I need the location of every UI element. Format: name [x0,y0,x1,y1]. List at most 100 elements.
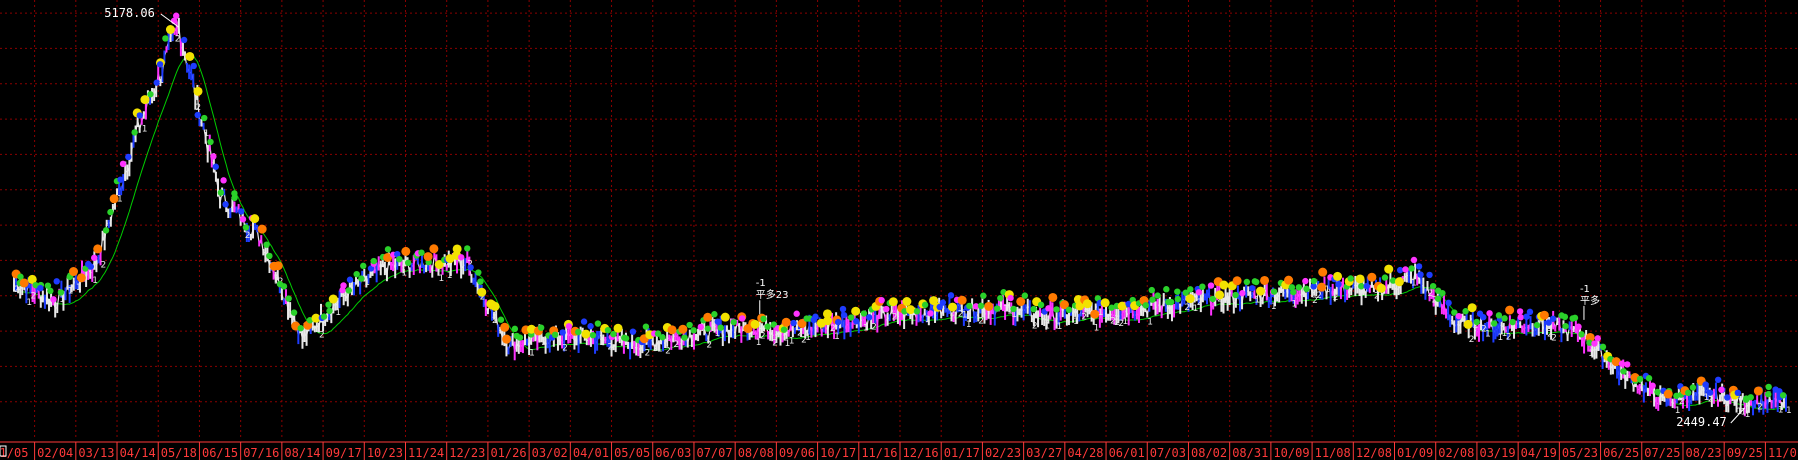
signal-digit: 2 [1469,335,1475,345]
x-tick-label: 05/18 [161,446,197,460]
signal-dot [1256,286,1266,296]
signal-digit: 1 [834,332,840,342]
signal-digit: 2 [245,231,251,241]
signal-dot [1402,266,1409,273]
signal-dot [984,301,994,311]
signal-dot [429,244,439,254]
signal-dot [1685,389,1692,397]
signal-dot [1467,303,1477,313]
signal-digit: 1 [863,324,869,334]
signal-dot [1030,305,1037,313]
signal-dot [212,163,219,170]
signal-dot [47,287,54,295]
signal-dot [947,292,955,299]
signal-dot [1724,394,1731,401]
signal-dot [906,305,916,315]
signal-digit: 1 [438,274,444,284]
signal-digit: 2 [772,339,778,349]
signal-dot [581,329,591,339]
signal-dot [1335,281,1342,288]
signal-dot [1649,382,1656,389]
signal-dot [360,262,367,270]
signal-dot [1207,282,1215,289]
signal-dot [613,323,623,333]
signal-digit: 1 [1123,317,1129,327]
x-tick-label: 07/03 [1150,446,1186,460]
signal-dot [1753,386,1763,396]
signal-dot [1270,288,1278,295]
signal-dot [1053,306,1060,313]
signal-digit: 1 [1094,323,1100,333]
signal-dot [1636,375,1644,383]
signal-dot [497,316,505,323]
signal-dot [237,208,245,215]
signal-dot [1154,292,1161,299]
signal-dot [1318,267,1328,277]
price-chart: 2121111121112211212121111122212212221222… [0,0,1798,460]
signal-dot [1010,305,1017,313]
signal-dot [594,320,602,327]
signal-dot [1219,280,1229,290]
signal-dot [575,328,582,336]
x-tick-label: 02/23 [985,446,1021,460]
signal-dot [1473,318,1480,326]
signal-digit: 1 [805,333,811,343]
x-tick-label: 08/08 [738,446,774,460]
signal-dot [704,325,712,332]
signal-dot [580,318,588,325]
signal-dot [1333,271,1343,281]
signal-dot [53,278,60,285]
signal-dot [500,322,510,332]
signal-digit: 1 [1057,322,1063,332]
x-tick-label: 10/09 [1273,446,1309,460]
signal-dot [865,314,873,321]
x-tick-label: 08/14 [284,446,320,460]
x-tick-label: 02/04 [37,446,73,460]
x-tick-label: 01/26 [490,446,526,460]
signal-dot [1526,308,1534,316]
signal-dot [1408,265,1415,272]
signal-dot [1174,288,1181,295]
signal-dot [1021,292,1029,299]
signal-digit: 2 [1506,333,1512,343]
signal-digit: 1 [117,195,123,205]
signal-digit: 2 [871,322,877,332]
signal-digit: 1 [447,271,453,281]
signal-dot [516,334,524,341]
signal-dot [384,246,392,253]
signal-dot [1163,286,1170,293]
signal-dot [902,297,912,307]
signal-digit: 2 [673,340,679,350]
high-price-label: 5178.06 [104,6,155,20]
signal-digit: 2 [1184,303,1190,313]
signal-dot [1562,322,1569,330]
signal-dot [107,208,114,216]
signal-dot [1645,375,1653,382]
signal-dot [1490,320,1498,327]
signal-dot [266,252,273,260]
signal-dot [93,244,103,254]
signal-digit: 1 [1745,410,1751,420]
signal-dot [559,329,566,336]
signal-digit: 1 [966,320,972,330]
signal-two-bottom-label: 平多 [1580,294,1600,307]
signal-dot [1065,306,1073,314]
signal-dot [165,25,175,35]
signal-dot [1037,301,1045,309]
signal-dot [1187,286,1194,293]
signal-dot [490,301,500,311]
signal-dot [502,334,512,344]
signal-dot [604,326,612,334]
signal-dot [1232,291,1239,299]
signal-dot [690,327,697,334]
signal-dot [1702,381,1709,388]
x-tick-label: 09/17 [326,446,362,460]
signal-dot [297,325,304,332]
signal-dot [1779,392,1787,399]
signal-dot [91,254,98,262]
signal-digit: 1 [1485,329,1491,339]
signal-digit: 1 [1724,399,1730,409]
signal-dot [1445,299,1452,307]
signal-dot [851,306,861,316]
signal-one-bottom-label: 平多23 [756,288,789,301]
